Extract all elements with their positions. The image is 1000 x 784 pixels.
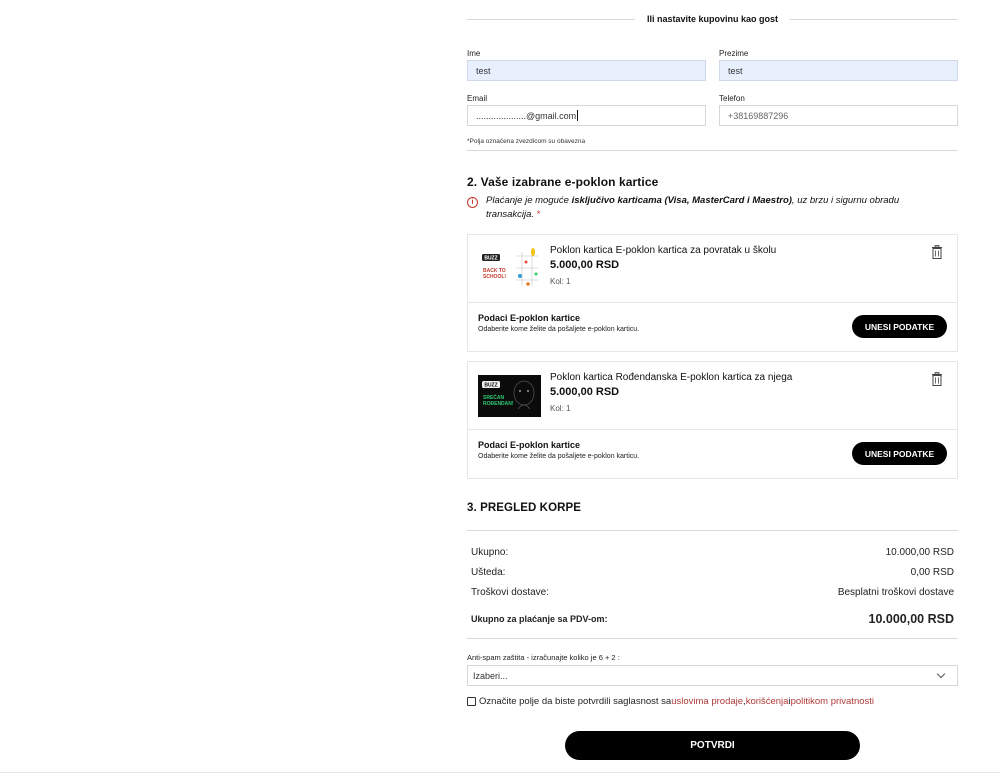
first-name-input[interactable]: test <box>467 60 706 81</box>
gift-cards-heading: 2. Vaše izabrane e-poklon kartice <box>467 175 659 189</box>
svg-text:BUZZ: BUZZ <box>484 256 497 262</box>
first-name-label: Ime <box>467 49 481 58</box>
gift-card-details-title: Podaci E-poklon kartice <box>478 313 581 323</box>
gift-card-qty: Kol: 1 <box>550 404 571 413</box>
email-label: Email <box>467 94 488 103</box>
consent-row: Označite polje da biste potvrdili saglas… <box>467 696 874 707</box>
confirm-button[interactable]: POTVRDI <box>565 731 860 760</box>
privacy-policy-link[interactable]: politikom privatnosti <box>791 696 874 707</box>
total-row: Ukupno za plaćanje sa PDV-om: 10.000,00 … <box>471 612 954 626</box>
text-cursor <box>577 110 579 121</box>
svg-text:BUZZ: BUZZ <box>484 383 497 389</box>
savings-label: Ušteda: <box>471 567 506 578</box>
email-input[interactable]: ....................@gmail.com <box>467 105 706 126</box>
terms-of-sale-link[interactable]: uslovima prodaje <box>671 696 743 707</box>
svg-text:SREĆAN: SREĆAN <box>483 393 505 401</box>
shipping-value: Besplatni troškovi dostave <box>837 587 954 598</box>
phone-input[interactable]: +38169887296 <box>719 105 958 126</box>
last-name-label: Prezime <box>719 49 749 58</box>
subtotal-row: Ukupno: 10.000,00 RSD <box>471 547 954 558</box>
required-note: *Polja označena zvezdicom su obavezna <box>467 138 586 145</box>
enter-details-button[interactable]: UNESI PODATKE <box>852 442 947 465</box>
subtotal-value: 10.000,00 RSD <box>885 547 954 558</box>
gift-card-price: 5.000,00 RSD <box>550 259 620 271</box>
subtotal-label: Ukupno: <box>471 547 509 558</box>
shipping-row: Troškovi dostave: Besplatni troškovi dos… <box>471 587 954 598</box>
trash-icon[interactable] <box>931 245 943 259</box>
savings-row: Ušteda: 0,00 RSD <box>471 567 954 578</box>
gift-card-thumbnail: BUZZ BACK TO SCHOOL! <box>478 248 541 290</box>
guest-section-divider: Ili nastavite kupovinu kao gost <box>467 14 958 24</box>
gift-card-item: BUZZ BACK TO SCHOOL! Poklon kartica E-po… <box>467 234 958 352</box>
email-value: ....................@gmail.com <box>476 110 577 121</box>
antispam-select[interactable]: Izaberi... <box>467 665 958 686</box>
last-name-input[interactable]: test <box>719 60 958 81</box>
cart-review-divider <box>467 530 958 531</box>
info-icon: i <box>467 197 478 208</box>
last-name-value: test <box>728 65 743 76</box>
first-name-value: test <box>476 65 491 76</box>
gift-card-details-sub: Odaberite kome želite da pošaljete e-pok… <box>478 453 640 460</box>
total-value: 10.000,00 RSD <box>868 612 954 626</box>
phone-value: +38169887296 <box>728 110 789 121</box>
guest-section-title: Ili nastavite kupovinu kao gost <box>646 14 779 24</box>
gift-card-price: 5.000,00 RSD <box>550 386 620 398</box>
total-divider <box>467 638 958 639</box>
shipping-label: Troškovi dostave: <box>471 587 549 598</box>
gift-card-details-title: Podaci E-poklon kartice <box>478 440 581 450</box>
consent-text: Označite polje da biste potvrdili saglas… <box>479 696 672 707</box>
gift-card-item: BUZZ SREĆAN ROĐENDAN! Poklon kartica Rođ… <box>467 361 958 479</box>
total-label: Ukupno za plaćanje sa PDV-om: <box>471 614 608 624</box>
gift-card-thumbnail: BUZZ SREĆAN ROĐENDAN! <box>478 375 541 417</box>
form-divider <box>467 150 958 151</box>
trash-icon[interactable] <box>931 372 943 386</box>
cart-review-heading: 3. PREGLED KORPE <box>467 502 582 514</box>
savings-value: 0,00 RSD <box>910 567 954 578</box>
antispam-selected: Izaberi... <box>473 670 508 681</box>
gift-card-title: Poklon kartica Rođendanska E-poklon kart… <box>550 372 793 383</box>
chevron-down-icon <box>936 669 946 679</box>
payment-info: i Plaćanje je moguće isključivo karticam… <box>467 194 958 222</box>
terms-of-use-link[interactable]: korišćenja <box>746 696 789 707</box>
svg-text:ROĐENDAN!: ROĐENDAN! <box>483 401 514 407</box>
footer-divider <box>0 772 1000 773</box>
phone-label: Telefon <box>719 94 745 103</box>
enter-details-button[interactable]: UNESI PODATKE <box>852 315 947 338</box>
antispam-label: Anti-spam zaštita - izračunajte koliko j… <box>467 653 620 662</box>
gift-card-title: Poklon kartica E-poklon kartica za povra… <box>550 245 777 256</box>
gift-card-details-sub: Odaberite kome želite da pošaljete e-pok… <box>478 326 640 333</box>
gift-card-qty: Kol: 1 <box>550 277 571 286</box>
consent-checkbox[interactable] <box>467 697 476 706</box>
svg-text:SCHOOL!: SCHOOL! <box>483 274 506 280</box>
payment-info-text: Plaćanje je moguće isključivo karticama … <box>486 195 900 220</box>
